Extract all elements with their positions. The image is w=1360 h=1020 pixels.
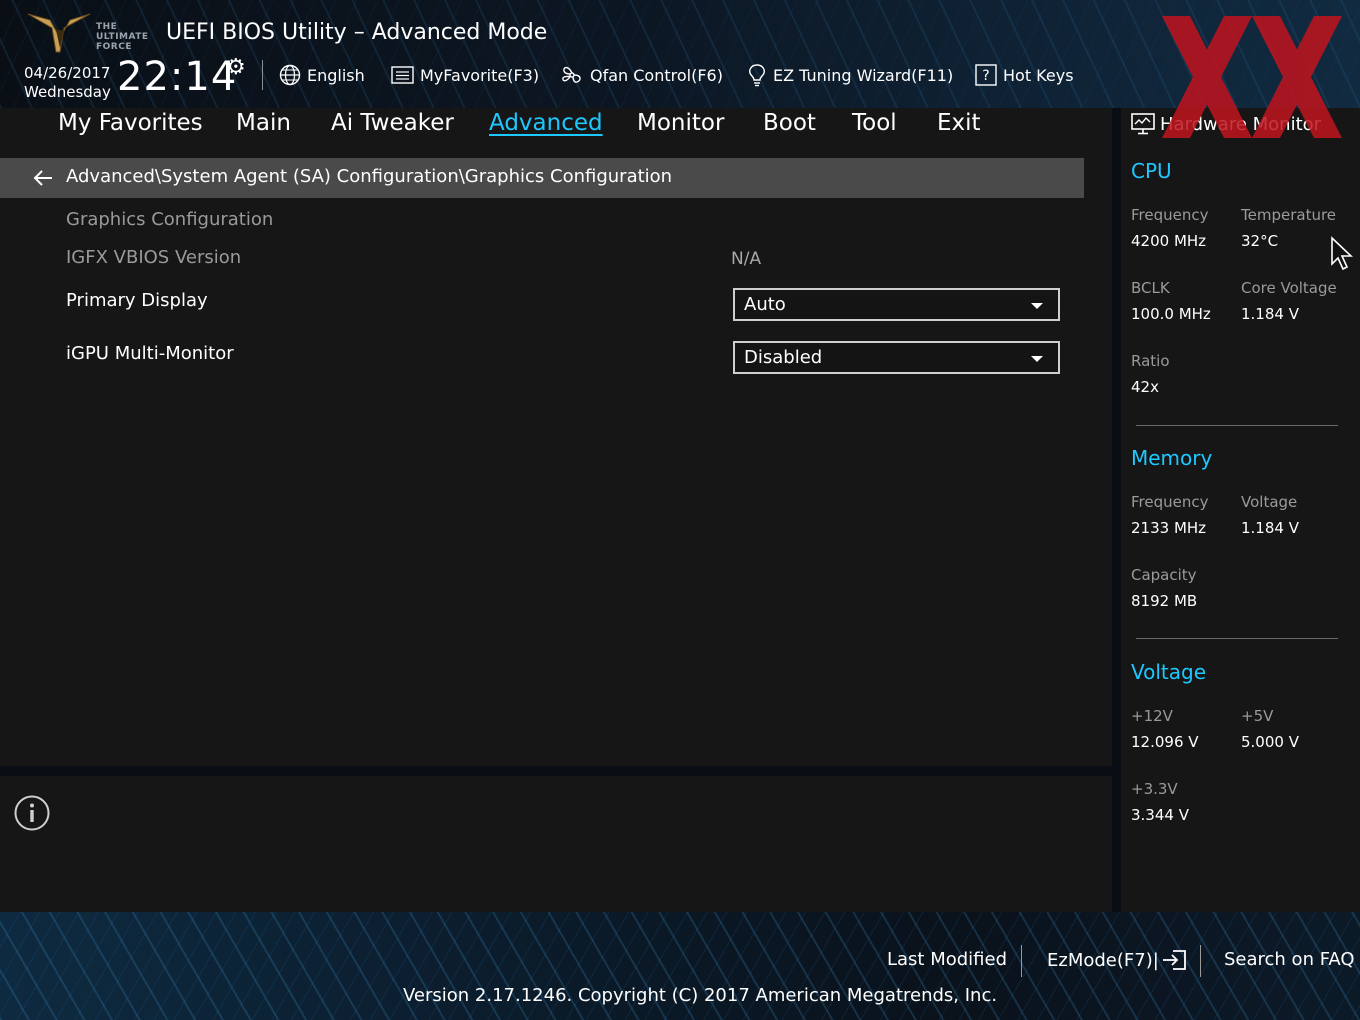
globe-icon [279, 64, 301, 86]
question-box-icon: ? [975, 64, 997, 86]
monitor-icon [1131, 113, 1155, 135]
cpu-core-voltage-label: Core Voltage [1241, 279, 1337, 297]
memory-capacity-value: 8192 MB [1131, 592, 1198, 610]
chevron-down-icon [1031, 356, 1043, 362]
igfx-vbios-version-value: N/A [731, 249, 762, 269]
footer-divider [1021, 945, 1022, 977]
primary-display-select[interactable]: Auto [733, 288, 1060, 321]
gear-icon[interactable]: ⚙ [226, 55, 246, 80]
hot-keys-button[interactable]: ? Hot Keys [975, 63, 1074, 87]
ez-mode-label: EzMode(F7)| [1047, 949, 1159, 971]
voltage-5v-value: 5.000 V [1241, 733, 1299, 751]
version-copyright: Version 2.17.1246. Copyright (C) 2017 Am… [403, 985, 998, 1006]
tab-ai-tweaker[interactable]: Ai Tweaker [331, 110, 454, 136]
exit-arrow-icon [1162, 950, 1186, 970]
cpu-temperature-value: 32°C [1241, 232, 1279, 250]
cpu-temperature-label: Temperature [1241, 206, 1337, 224]
clock-time: 22:14 [117, 54, 238, 100]
search-on-faq-label: Search on FAQ [1224, 949, 1355, 970]
voltage-12v-label: +12V [1131, 707, 1173, 725]
memory-voltage-value: 1.184 V [1241, 519, 1299, 537]
ez-tuning-wizard-label: EZ Tuning Wizard(F11) [773, 65, 954, 85]
mouse-pointer-icon [1331, 236, 1354, 271]
svg-text:?: ? [982, 68, 989, 84]
memory-frequency-label: Frequency [1131, 493, 1209, 511]
memory-heading: Memory [1131, 446, 1213, 470]
voltage-3v3-value: 3.344 V [1131, 806, 1189, 824]
search-on-faq-button[interactable]: Search on FAQ [1224, 949, 1355, 970]
igpu-multi-monitor-label: iGPU Multi-Monitor [66, 343, 234, 364]
my-favorite-label: MyFavorite(F3) [420, 65, 540, 85]
logo-text: THE ULTIMATE FORCE [96, 22, 149, 52]
cpu-bclk-value: 100.0 MHz [1131, 305, 1211, 323]
cpu-frequency-value: 4200 MHz [1131, 232, 1207, 250]
language-label: English [307, 65, 365, 85]
memory-capacity-label: Capacity [1131, 566, 1197, 584]
help-info-panel [0, 776, 1112, 912]
qfan-control-button[interactable]: Qfan Control(F6) [560, 63, 723, 87]
hw-divider [1136, 425, 1338, 426]
tab-my-favorites[interactable]: My Favorites [58, 110, 203, 136]
weekday-value: Wednesday [24, 83, 111, 101]
ez-tuning-wizard-button[interactable]: EZ Tuning Wizard(F11) [747, 63, 953, 87]
tab-monitor[interactable]: Monitor [637, 110, 724, 136]
breadcrumb-path: Advanced\System Agent (SA) Configuration… [66, 166, 673, 187]
app-title: UEFI BIOS Utility – Advanced Mode [166, 20, 548, 45]
primary-display-value: Auto [744, 294, 786, 315]
cpu-ratio-value: 42x [1131, 378, 1159, 396]
breadcrumb: Advanced\System Agent (SA) Configuration… [0, 158, 1084, 198]
primary-display-label: Primary Display [66, 290, 208, 311]
hw-divider [1136, 638, 1338, 639]
voltage-12v-value: 12.096 V [1131, 733, 1199, 751]
igfx-vbios-version-label: IGFX VBIOS Version [66, 247, 242, 268]
my-favorite-button[interactable]: MyFavorite(F3) [391, 63, 539, 87]
list-icon [391, 66, 414, 84]
igpu-multi-monitor-value: Disabled [744, 347, 823, 368]
memory-voltage-label: Voltage [1241, 493, 1298, 511]
main-settings-panel [0, 108, 1112, 766]
footer-divider [1200, 945, 1201, 977]
tab-advanced[interactable]: Advanced [489, 110, 603, 136]
voltage-5v-label: +5V [1241, 707, 1274, 725]
cpu-core-voltage-value: 1.184 V [1241, 305, 1299, 323]
info-icon [14, 795, 50, 831]
date-value: 04/26/2017 [24, 64, 111, 82]
qfan-control-label: Qfan Control(F6) [590, 65, 723, 85]
cpu-bclk-label: BCLK [1131, 279, 1170, 297]
memory-frequency-value: 2133 MHz [1131, 519, 1207, 537]
tab-tool[interactable]: Tool [852, 110, 897, 136]
voltage-3v3-label: +3.3V [1131, 780, 1178, 798]
xx-watermark-icon [1162, 16, 1342, 138]
header-divider [262, 60, 263, 90]
tab-boot[interactable]: Boot [763, 110, 816, 136]
cpu-frequency-label: Frequency [1131, 206, 1209, 224]
last-modified-button[interactable]: Last Modified [887, 949, 1007, 970]
hot-keys-label: Hot Keys [1003, 65, 1074, 85]
cpu-ratio-label: Ratio [1131, 352, 1170, 370]
lightbulb-icon [749, 64, 765, 87]
date-display: 04/26/2017 Wednesday [24, 64, 111, 102]
last-modified-label: Last Modified [887, 949, 1008, 970]
igpu-multi-monitor-select[interactable]: Disabled [733, 341, 1060, 374]
tuf-logo: THE ULTIMATE FORCE [26, 8, 150, 56]
arrow-left-icon[interactable] [32, 168, 54, 188]
tuf-eagle-logo-icon [27, 13, 91, 53]
fan-icon [562, 66, 581, 83]
tab-exit[interactable]: Exit [937, 110, 981, 136]
voltage-heading: Voltage [1131, 660, 1207, 684]
chevron-down-icon [1031, 303, 1043, 309]
tab-main[interactable]: Main [236, 110, 291, 136]
ez-mode-button[interactable]: EzMode(F7)| [1047, 949, 1187, 971]
section-title: Graphics Configuration [66, 209, 274, 230]
language-button[interactable]: English [279, 63, 365, 87]
cpu-heading: CPU [1131, 159, 1172, 183]
